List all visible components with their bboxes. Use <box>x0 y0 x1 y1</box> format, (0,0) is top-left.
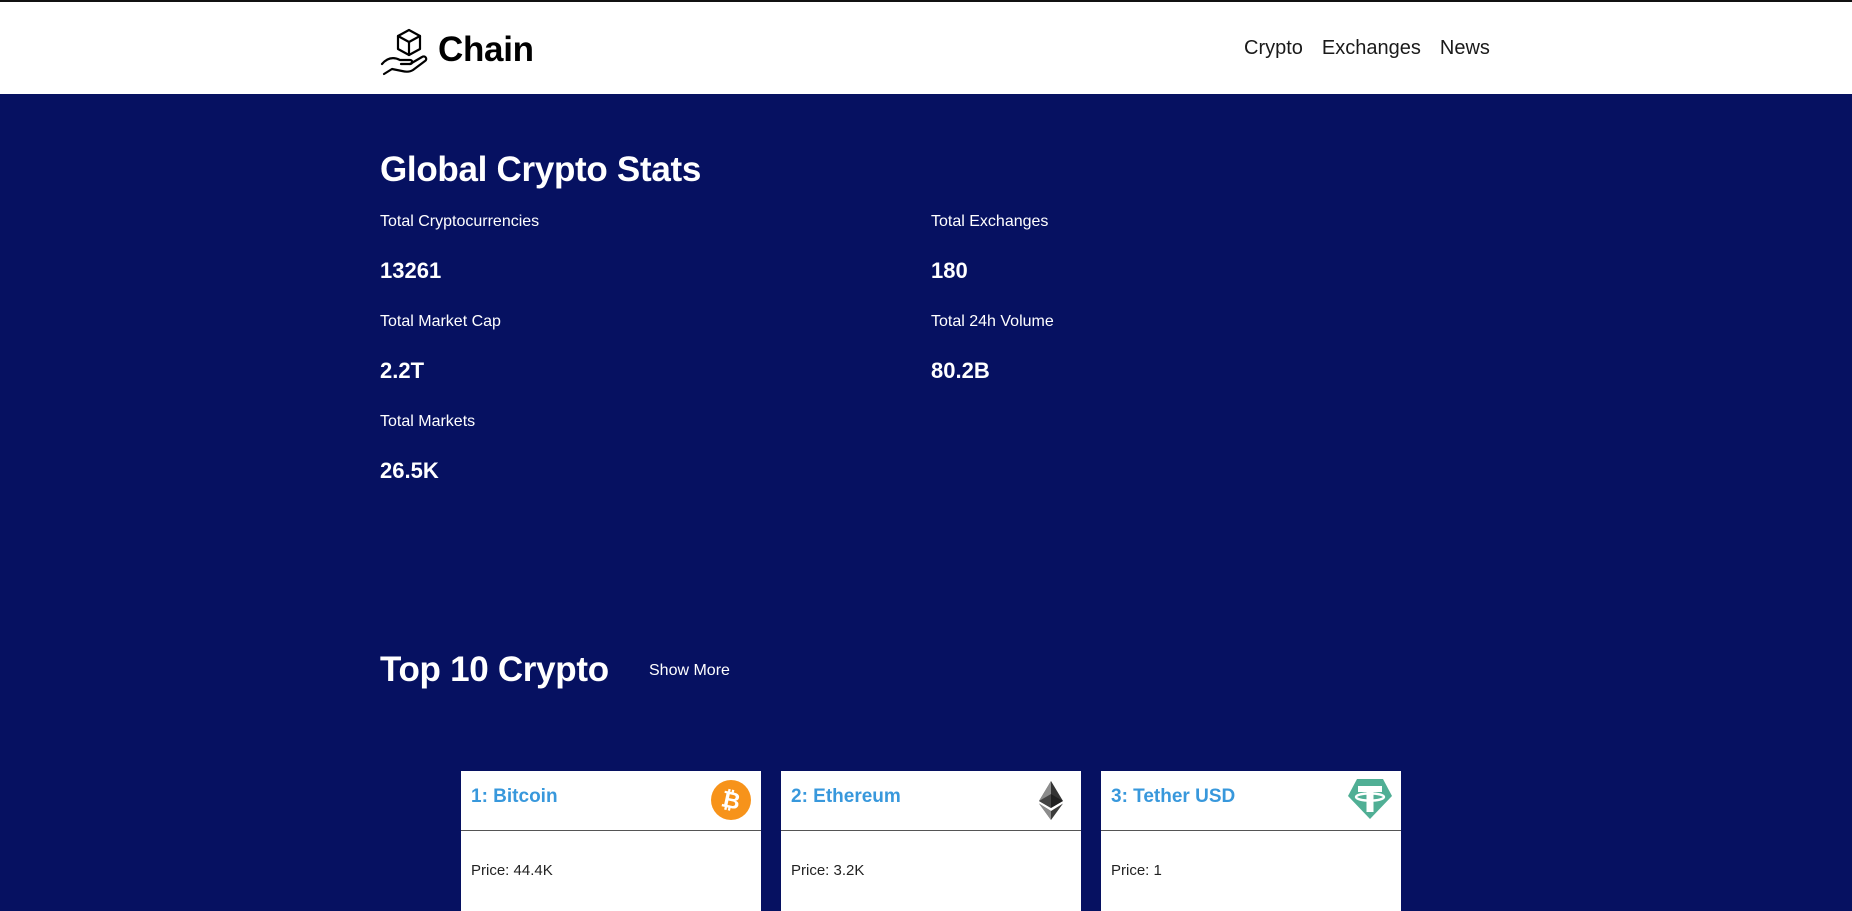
brand-name: Chain <box>438 30 534 69</box>
nav-link-exchanges[interactable]: Exchanges <box>1322 36 1421 60</box>
global-stats-title: Global Crypto Stats <box>380 150 702 189</box>
show-more-link[interactable]: Show More <box>649 662 730 680</box>
card-title: 2: Ethereum <box>791 786 901 807</box>
stat-label-total-cryptocurrencies: Total Cryptocurrencies <box>380 213 540 230</box>
card-header: 2: Ethereum <box>781 771 1081 831</box>
crypto-card-tether[interactable]: 3: Tether USD Price: 1 <box>1101 771 1401 911</box>
card-price: Price: 3.2K <box>791 862 865 879</box>
nav-link-crypto[interactable]: Crypto <box>1244 36 1303 60</box>
crypto-card-bitcoin[interactable]: 1: Bitcoin ₿ Price: 44.4K <box>461 771 761 911</box>
stat-value-total-markets: 26.5K <box>380 458 439 483</box>
stat-label-total-market-cap: Total Market Cap <box>380 313 501 330</box>
bitcoin-icon: ₿ <box>711 780 751 820</box>
stat-label-total-markets: Total Markets <box>380 413 476 430</box>
top-crypto-title: Top 10 Crypto <box>380 650 609 689</box>
navbar: Chain Crypto Exchanges News <box>0 2 1852 94</box>
card-header: 1: Bitcoin ₿ <box>461 771 761 831</box>
stat-value-total-cryptocurrencies: 13261 <box>380 258 442 283</box>
main-nav: Crypto Exchanges News <box>1244 36 1490 60</box>
stat-value-total-24h-volume: 80.2B <box>931 358 990 383</box>
card-title: 3: Tether USD <box>1111 786 1236 807</box>
stat-value-total-exchanges: 180 <box>931 258 968 283</box>
tether-icon <box>1348 779 1392 819</box>
stat-value-total-market-cap: 2.2T <box>380 358 425 383</box>
card-header: 3: Tether USD <box>1101 771 1401 831</box>
stat-label-total-exchanges: Total Exchanges <box>931 213 1049 230</box>
nav-link-news[interactable]: News <box>1440 36 1490 60</box>
crypto-card-ethereum[interactable]: 2: Ethereum Price: 3.2K <box>781 771 1081 911</box>
box-hand-icon <box>380 28 428 76</box>
card-title: 1: Bitcoin <box>471 786 558 807</box>
ethereum-icon <box>1039 781 1063 820</box>
stat-label-total-24h-volume: Total 24h Volume <box>931 313 1054 330</box>
brand-logo-link[interactable]: Chain <box>380 24 534 76</box>
card-price: Price: 1 <box>1111 862 1162 879</box>
card-price: Price: 44.4K <box>471 862 553 879</box>
